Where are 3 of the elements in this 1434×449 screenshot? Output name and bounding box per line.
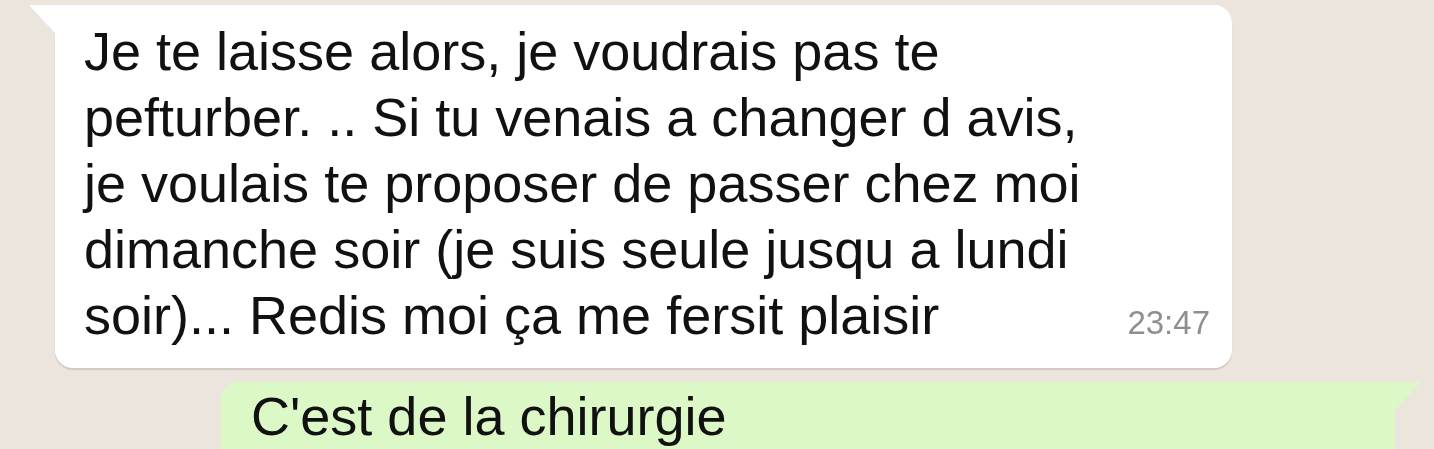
message-time: 23:47	[1127, 304, 1210, 342]
message-text: Je te laisse alors, je voudrais pas te pefturber. .. Si tu venais a changer d avis, je voulais te proposer de passer chez moi dimanche soir (je suis seule jusqu a lundi soir)... Redis moi ça me fersit plaisir	[84, 20, 1082, 347]
message-text: C'est de la chirurgie	[251, 386, 728, 446]
